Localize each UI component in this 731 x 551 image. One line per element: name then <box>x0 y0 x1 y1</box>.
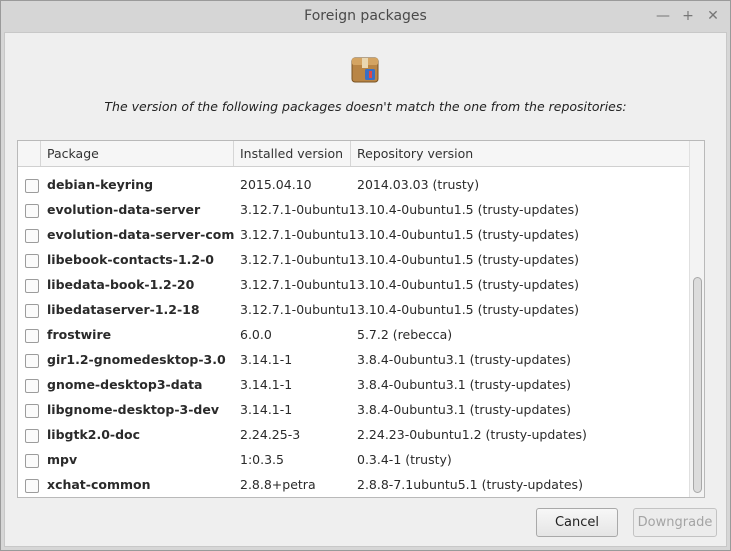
row-checkbox[interactable] <box>25 379 39 393</box>
table-row[interactable]: libedataserver-1.2-18 3.12.7.1-0ubuntu1 … <box>18 299 701 324</box>
table-row[interactable]: frostwire 6.0.0 5.7.2 (rebecca) <box>18 324 701 349</box>
repository-version: 3.10.4-0ubuntu1.5 (trusty-updates) <box>357 252 579 267</box>
table-row[interactable]: evolution-data-server 3.12.7.1-0ubuntu1 … <box>18 199 701 224</box>
installed-version: 2.24.25-3 <box>240 427 301 442</box>
row-checkbox[interactable] <box>25 429 39 443</box>
installed-version: 3.12.7.1-0ubuntu1 <box>240 227 357 242</box>
package-name: libgnome-desktop-3-dev <box>47 402 219 417</box>
package-name: frostwire <box>47 327 112 342</box>
header-installed-version[interactable]: Installed version <box>234 141 351 166</box>
row-checkbox[interactable] <box>25 479 39 493</box>
package-name: libebook-contacts-1.2-0 <box>47 252 214 267</box>
table-row[interactable]: xchat-common 2.8.8+petra 2.8.8-7.1ubuntu… <box>18 474 701 497</box>
row-checkbox[interactable] <box>25 254 39 268</box>
row-checkbox[interactable] <box>25 404 39 418</box>
package-name: gnome-desktop3-data <box>47 377 203 392</box>
installed-version: 2.8.8+petra <box>240 477 316 492</box>
table-row[interactable]: libgtk2.0-doc 2.24.25-3 2.24.23-0ubuntu1… <box>18 424 701 449</box>
row-checkbox[interactable] <box>25 229 39 243</box>
installed-version: 3.12.7.1-0ubuntu1 <box>240 202 357 217</box>
installed-version: 3.12.7.1-0ubuntu1 <box>240 302 357 317</box>
vertical-scrollbar[interactable] <box>689 141 704 497</box>
repository-version: 3.8.4-0ubuntu3.1 (trusty-updates) <box>357 377 572 392</box>
package-name: libedataserver-1.2-18 <box>47 302 200 317</box>
package-name: gir1.2-gnomedesktop-3.0 <box>47 352 226 367</box>
table-row[interactable]: gnome-desktop3-data 3.14.1-1 3.8.4-0ubun… <box>18 374 701 399</box>
repository-version: 3.10.4-0ubuntu1.5 (trusty-updates) <box>357 277 579 292</box>
packages-table[interactable]: Package Installed version Repository ver… <box>17 140 705 498</box>
maximize-icon[interactable]: + <box>677 5 699 27</box>
installed-version: 3.14.1-1 <box>240 352 293 367</box>
package-name: xchat-common <box>47 477 151 492</box>
row-checkbox[interactable] <box>25 279 39 293</box>
repository-version: 3.10.4-0ubuntu1.5 (trusty-updates) <box>357 227 579 242</box>
header-checkbox-column[interactable] <box>18 141 41 166</box>
header-repository-version[interactable]: Repository version <box>351 141 701 166</box>
row-checkbox[interactable] <box>25 329 39 343</box>
row-checkbox[interactable] <box>25 354 39 368</box>
cancel-button[interactable]: Cancel <box>536 508 618 537</box>
table-row[interactable]: libgnome-desktop-3-dev 3.14.1-1 3.8.4-0u… <box>18 399 701 424</box>
package-name: libedata-book-1.2-20 <box>47 277 195 292</box>
row-checkbox[interactable] <box>25 454 39 468</box>
repository-version: 3.8.4-0ubuntu3.1 (trusty-updates) <box>357 352 572 367</box>
close-icon[interactable]: ✕ <box>702 5 724 27</box>
installed-version: 3.12.7.1-0ubuntu1 <box>240 277 357 292</box>
table-header: Package Installed version Repository ver… <box>18 141 701 167</box>
table-row[interactable]: libedata-book-1.2-20 3.12.7.1-0ubuntu1 3… <box>18 274 701 299</box>
repository-version: 3.10.4-0ubuntu1.5 (trusty-updates) <box>357 302 579 317</box>
package-name: evolution-data-server-common <box>47 227 235 242</box>
repository-version: 2.24.23-0ubuntu1.2 (trusty-updates) <box>357 427 587 442</box>
installed-version: 3.12.7.1-0ubuntu1 <box>240 252 357 267</box>
repository-version: 0.3.4-1 (trusty) <box>357 452 452 467</box>
window-title: Foreign packages <box>304 8 427 24</box>
row-checkbox[interactable] <box>25 204 39 218</box>
package-box-icon <box>351 57 379 83</box>
table-row[interactable]: evolution-data-server-common 3.12.7.1-0u… <box>18 224 701 249</box>
dialog-content: The version of the following packages do… <box>4 32 727 547</box>
installed-version: 6.0.0 <box>240 327 272 342</box>
package-name: debian-keyring <box>47 177 154 192</box>
table-row[interactable]: gir1.2-gnomedesktop-3.0 3.14.1-1 3.8.4-0… <box>18 349 701 374</box>
info-message: The version of the following packages do… <box>104 99 627 114</box>
table-body: debian-keyring 2015.04.10 2014.03.03 (tr… <box>18 174 701 497</box>
repository-version: 2.8.8-7.1ubuntu5.1 (trusty-updates) <box>357 477 583 492</box>
installed-version: 3.14.1-1 <box>240 402 293 417</box>
table-row[interactable]: libebook-contacts-1.2-0 3.12.7.1-0ubuntu… <box>18 249 701 274</box>
header-package[interactable]: Package <box>41 141 234 166</box>
package-name: libgtk2.0-doc <box>47 427 141 442</box>
package-name: mpv <box>47 452 78 467</box>
table-row[interactable]: mpv 1:0.3.5 0.3.4-1 (trusty) <box>18 449 701 474</box>
row-checkbox[interactable] <box>25 179 39 193</box>
foreign-packages-dialog: Foreign packages — + ✕ The version of th… <box>0 0 731 551</box>
scrollbar-thumb[interactable] <box>693 277 702 493</box>
repository-version: 3.10.4-0ubuntu1.5 (trusty-updates) <box>357 202 579 217</box>
package-name: evolution-data-server <box>47 202 201 217</box>
row-checkbox[interactable] <box>25 304 39 318</box>
repository-version: 5.7.2 (rebecca) <box>357 327 453 342</box>
titlebar[interactable]: Foreign packages — + ✕ <box>1 1 730 32</box>
downgrade-button[interactable]: Downgrade <box>633 508 717 537</box>
minimize-icon[interactable]: — <box>652 5 674 27</box>
table-row[interactable]: debian-keyring 2015.04.10 2014.03.03 (tr… <box>18 174 701 199</box>
installed-version: 3.14.1-1 <box>240 377 293 392</box>
repository-version: 3.8.4-0ubuntu3.1 (trusty-updates) <box>357 402 572 417</box>
installed-version: 1:0.3.5 <box>240 452 284 467</box>
repository-version: 2014.03.03 (trusty) <box>357 177 480 192</box>
installed-version: 2015.04.10 <box>240 177 312 192</box>
